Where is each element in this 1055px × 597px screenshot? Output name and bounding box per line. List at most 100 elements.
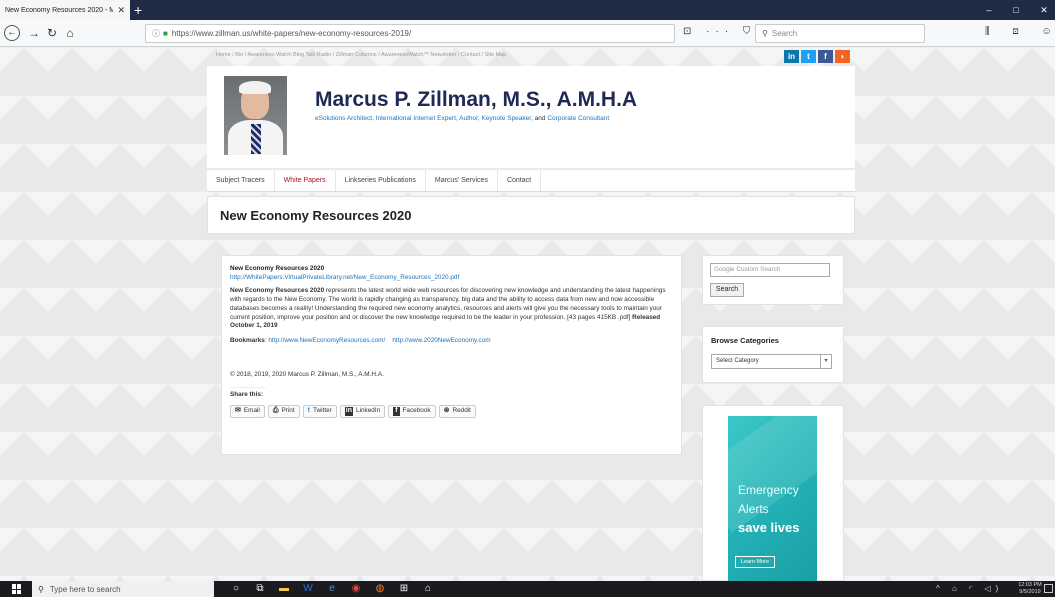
back-arrow-icon[interactable]: ← xyxy=(4,25,20,41)
top-links[interactable]: Home / Bio / Awareness Watch Blog Talk R… xyxy=(216,52,506,58)
url-host: https://www.zillman.us xyxy=(171,29,251,38)
site-container: Home / Bio / Awareness Watch Blog Talk R… xyxy=(207,48,855,581)
mail-icon[interactable]: ⌂ xyxy=(422,582,434,595)
edge-icon[interactable]: e xyxy=(326,582,338,595)
taskbar-search-icon: ⚲ xyxy=(38,584,44,594)
window-close-icon[interactable]: ✕ xyxy=(1033,0,1055,20)
clock-date: 9/5/2019 xyxy=(1019,588,1041,595)
bookmarks-label: Bookmarks xyxy=(230,336,265,344)
file-explorer-icon[interactable]: ▬ xyxy=(278,582,290,595)
taskbar-search-input[interactable]: ⚲ Type here to search xyxy=(32,581,214,597)
url-bar[interactable]: ⓘ ■ https://www.zillman.us/white-papers/… xyxy=(145,24,675,43)
share-reddit-button[interactable]: ⊛ Reddit xyxy=(438,405,476,419)
lock-icon: ■ xyxy=(163,29,168,38)
tagline-part2[interactable]: Corporate Consultant xyxy=(547,115,609,122)
share-print-label: Print xyxy=(281,407,295,415)
emergency-alerts-ad[interactable]: Emergency Alerts save lives Learn More xyxy=(728,416,817,581)
tab-close-icon[interactable]: ✕ xyxy=(117,5,125,16)
facebook-share-icon: f xyxy=(393,407,400,416)
share-facebook-button[interactable]: f Facebook xyxy=(388,405,436,419)
share-buttons: ✉ Email ⎙ Print t Twitter in LinkedIn f Faceb… xyxy=(230,405,673,419)
copyright: © 2018, 2019, 2020 Marcus P. Zillman, M.… xyxy=(230,370,384,378)
share-linkedin-button[interactable]: in LinkedIn xyxy=(339,405,386,419)
taskbar-apps: ○ ⧉ ▬ W e ◉ ◍ ⊞ ⌂ xyxy=(230,582,434,595)
pdf-link[interactable]: http://WhitePapers.VirtualPrivateLibrary… xyxy=(230,274,459,281)
nav-white-papers[interactable]: White Papers xyxy=(275,170,336,191)
bookmark-link-2[interactable]: http://www.2020NewEconomy.com xyxy=(392,337,490,344)
author-photo xyxy=(224,76,287,155)
tab-title: New Economy Resources 2020 - M... xyxy=(5,6,114,14)
article-body: New Economy Resources 2020 represents th… xyxy=(230,287,673,331)
windows-taskbar: ⚲ Type here to search ○ ⧉ ▬ W e ◉ ◍ ⊞ ⌂ … xyxy=(0,581,1055,597)
home-icon[interactable]: ⌂ xyxy=(62,25,78,41)
facebook-icon[interactable]: f xyxy=(818,50,833,63)
browser-tab-active[interactable]: New Economy Resources 2020 - M... ✕ xyxy=(0,0,130,20)
linkedin-icon[interactable]: in xyxy=(784,50,799,63)
word-icon[interactable]: W xyxy=(302,582,314,595)
new-tab-icon[interactable]: + xyxy=(134,1,142,19)
maximize-icon[interactable]: □ xyxy=(1005,0,1027,20)
browse-categories-title: Browse Categories xyxy=(711,336,779,345)
article-content: New Economy Resources 2020 http://WhiteP… xyxy=(221,255,682,455)
social-icons: in t f ◗ xyxy=(784,50,850,63)
google-search-widget: Google Custom Search Search xyxy=(702,255,844,305)
share-email-label: Email xyxy=(243,407,260,415)
share-email-button[interactable]: ✉ Email xyxy=(230,405,265,419)
clock-time: 12:03 PM xyxy=(1018,582,1042,588)
task-view-icon[interactable]: ⧉ xyxy=(254,582,266,595)
browse-categories-widget: Browse Categories Select Category ▾ xyxy=(702,326,844,383)
share-title: Share this: xyxy=(230,387,266,400)
toolbar-right-icons[interactable]: ⫼ ⊡ ☺ ≡ xyxy=(985,26,1055,37)
category-select[interactable]: Select Category ▾ xyxy=(711,354,832,369)
taskbar-clock[interactable]: 12:03 PM 9/5/2019 xyxy=(1018,582,1042,595)
article-body-bold: New Economy Resources 2020 xyxy=(230,287,325,295)
browser-titlebar: New Economy Resources 2020 - M... ✕ + – … xyxy=(0,0,1055,20)
url-path: /white-papers/new-economy-resources-2019… xyxy=(250,29,412,38)
taskbar-search-placeholder: Type here to search xyxy=(49,584,121,594)
linkedin-share-icon: in xyxy=(344,407,354,416)
forward-arrow-icon[interactable]: → xyxy=(26,25,42,41)
page-viewport: Home / Bio / Awareness Watch Blog Talk R… xyxy=(0,48,1055,581)
bookmarks: Bookmarks: http://www.NewEconomyResource… xyxy=(230,337,673,346)
firefox-icon[interactable]: ◍ xyxy=(374,582,386,595)
chrome-icon[interactable]: ◉ xyxy=(350,582,362,595)
share-reddit-label: Reddit xyxy=(452,407,471,415)
tagline-part1[interactable]: eSolutions Architect, International Inte… xyxy=(315,115,533,122)
page-title: New Economy Resources 2020 xyxy=(220,208,412,223)
bookmark-link-1[interactable]: http://www.NewEconomyResources.com/ xyxy=(268,337,385,344)
ad-line-1: Emergency xyxy=(738,483,799,497)
google-search-input[interactable]: Google Custom Search xyxy=(710,263,830,277)
nav-linkseries-publications[interactable]: Linkseries Publications xyxy=(336,170,426,191)
main-nav: Subject Tracers White Papers Linkseries … xyxy=(207,170,855,192)
nav-subject-tracers[interactable]: Subject Tracers xyxy=(207,170,275,191)
site-title[interactable]: Marcus P. Zillman, M.S., A.M.H.A xyxy=(315,88,637,112)
nav-contact[interactable]: Contact xyxy=(498,170,542,191)
info-icon[interactable]: ⓘ xyxy=(152,28,160,39)
reload-icon[interactable]: ↻ xyxy=(44,25,60,41)
share-linkedin-label: LinkedIn xyxy=(356,407,381,415)
share-facebook-label: Facebook xyxy=(402,407,431,415)
store-icon[interactable]: ⊞ xyxy=(398,582,410,595)
notification-icon[interactable] xyxy=(1044,584,1053,593)
cortana-icon[interactable]: ○ xyxy=(230,582,242,595)
reddit-icon: ⊛ xyxy=(443,407,450,415)
windows-start-icon[interactable] xyxy=(12,584,22,594)
share-print-button[interactable]: ⎙ Print xyxy=(267,405,300,419)
minimize-icon[interactable]: – xyxy=(978,0,1000,20)
chevron-down-icon[interactable]: ▾ xyxy=(820,355,831,368)
email-icon: ✉ xyxy=(235,407,241,415)
search-button[interactable]: Search xyxy=(710,283,744,297)
rss-icon[interactable]: ◗ xyxy=(835,50,850,63)
twitter-icon[interactable]: t xyxy=(801,50,816,63)
learn-more-button[interactable]: Learn More xyxy=(735,556,775,568)
page-title-box: New Economy Resources 2020 xyxy=(207,196,855,234)
twitter-share-icon: t xyxy=(307,407,310,415)
system-tray-icons[interactable]: ^ ⌂ ◜ ◁) xyxy=(936,582,1003,596)
browser-search-placeholder: Search xyxy=(771,29,798,38)
tagline-and: and xyxy=(532,115,548,122)
share-twitter-button[interactable]: t Twitter xyxy=(302,405,337,419)
site-header: Marcus P. Zillman, M.S., A.M.H.A eSoluti… xyxy=(207,66,855,168)
ad-widget: Emergency Alerts save lives Learn More xyxy=(702,405,844,581)
browser-search-input[interactable]: ⚲ Search xyxy=(755,24,925,43)
nav-marcus-services[interactable]: Marcus' Services xyxy=(426,170,498,191)
